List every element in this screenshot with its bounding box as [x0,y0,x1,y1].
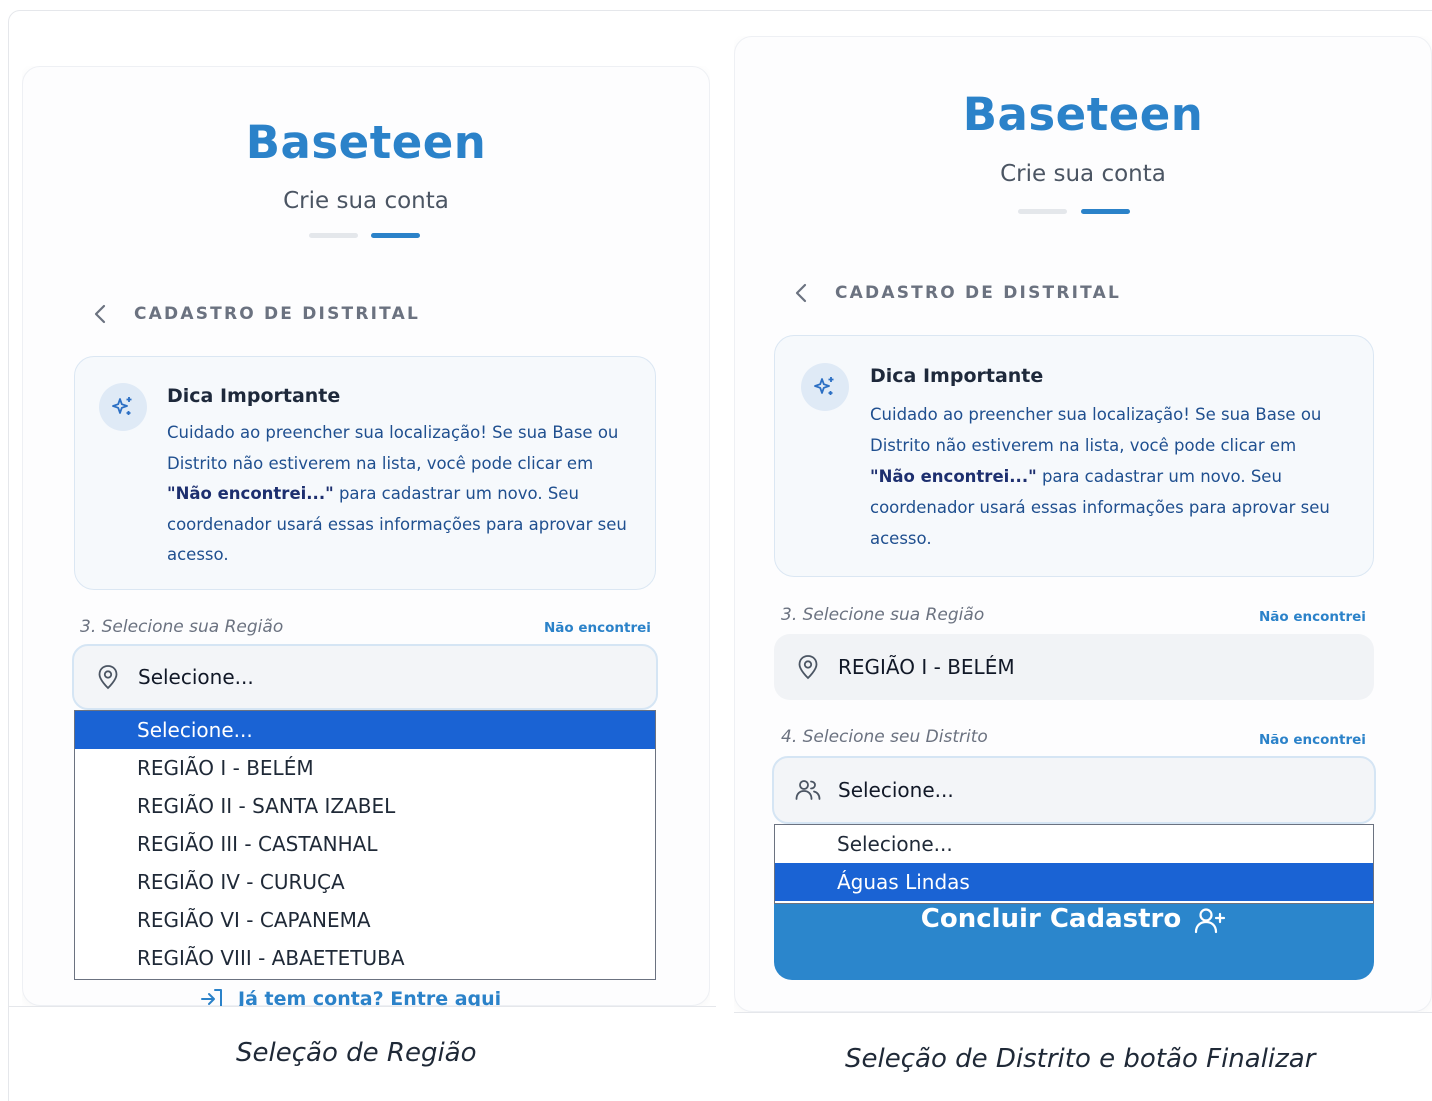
left-screen: Baseteen Crie sua conta CADASTRO DE DIST… [22,66,710,1006]
back-chevron-icon[interactable] [88,301,114,327]
region-dropdown-list: Selecione... REGIÃO I - BELÉM REGIÃO II - … [74,710,656,980]
district-field-label: 4. Selecione seu Distrito [781,727,988,747]
region-option[interactable]: REGIÃO I - BELÉM [75,749,655,787]
add-user-icon [1193,904,1227,938]
login-link[interactable]: Já tem conta? Entre aqui [198,986,501,1006]
region-option[interactable]: Selecione... [75,711,655,749]
district-select-value: Selecione... [838,778,954,802]
section-title: CADASTRO DE DISTRITAL [835,283,1122,303]
section-title: CADASTRO DE DISTRITAL [134,304,421,324]
tip-body-text: Cuidado ao preencher sua localização! Se… [870,405,1322,455]
region-option[interactable]: REGIÃO VI - CAPANEMA [75,901,655,939]
progress-step-2 [371,233,420,238]
location-pin-icon [794,653,822,681]
tip-body-text: Cuidado ao preencher sua localização! Se… [167,423,619,473]
brand-logo-text: Baseteen [245,116,487,169]
region-select[interactable]: REGIÃO I - BELÉM [774,634,1374,700]
tip-body: Cuidado ao preencher sua localização! Se… [870,399,1346,554]
back-chevron-icon[interactable] [789,280,815,306]
region-select-value: Selecione... [138,665,254,689]
district-dropdown-list: Selecione... Águas Lindas [774,824,1374,904]
right-screen: Baseteen Crie sua conta CADASTRO DE DIST… [734,36,1432,1012]
location-pin-icon [94,663,122,691]
right-caption: Seleção de Distrito e botão Finalizar [845,1044,1316,1074]
district-not-found-link[interactable]: Não encontrei [1259,732,1366,748]
district-select[interactable]: Selecione... [772,756,1376,824]
region-option[interactable]: REGIÃO VIII - ABAETETUBA [75,939,655,977]
progress-step-1 [1018,209,1067,214]
region-not-found-link[interactable]: Não encontrei [1259,609,1366,625]
region-select[interactable]: Selecione... [72,644,658,710]
tip-box: Dica Importante Cuidado ao preencher sua… [774,335,1374,577]
region-not-found-link[interactable]: Não encontrei [544,620,651,636]
tip-box: Dica Importante Cuidado ao preencher sua… [74,356,656,590]
tip-title: Dica Importante [870,365,1044,387]
login-link-label: Já tem conta? Entre aqui [238,988,502,1006]
region-option[interactable]: REGIÃO III - CASTANHAL [75,825,655,863]
section-header: CADASTRO DE DISTRITAL [88,301,420,327]
tip-body-highlight: "Não encontrei..." [870,467,1037,486]
sparkles-icon [99,383,147,431]
region-field-label: 3. Selecione sua Região [781,605,985,625]
region-option[interactable]: REGIÃO II - SANTA IZABEL [75,787,655,825]
region-field-label: 3. Selecione sua Região [80,617,284,637]
caption-divider [8,1006,716,1007]
progress-step-2 [1081,209,1130,214]
page-subtitle: Crie sua conta [283,188,449,214]
login-icon [198,986,226,1006]
tip-title: Dica Importante [167,385,341,407]
region-option[interactable]: REGIÃO IV - CURUÇA [75,863,655,901]
caption-divider [734,1012,1432,1013]
tip-body-highlight: "Não encontrei..." [167,484,334,503]
submit-button-label: Concluir Cadastro [920,904,1182,934]
sparkles-icon [801,363,849,411]
brand-logo-text: Baseteen [962,88,1204,141]
district-option[interactable]: Águas Lindas [775,863,1373,901]
page-subtitle: Crie sua conta [1000,161,1166,187]
district-option[interactable]: Selecione... [775,825,1373,863]
region-select-value: REGIÃO I - BELÉM [838,655,1015,679]
left-caption: Seleção de Região [236,1038,477,1068]
progress-step-1 [309,233,358,238]
section-header: CADASTRO DE DISTRITAL [789,280,1121,306]
users-icon [794,776,822,804]
tip-body: Cuidado ao preencher sua localização! Se… [167,418,637,571]
submit-button[interactable]: Concluir Cadastro [774,900,1374,980]
